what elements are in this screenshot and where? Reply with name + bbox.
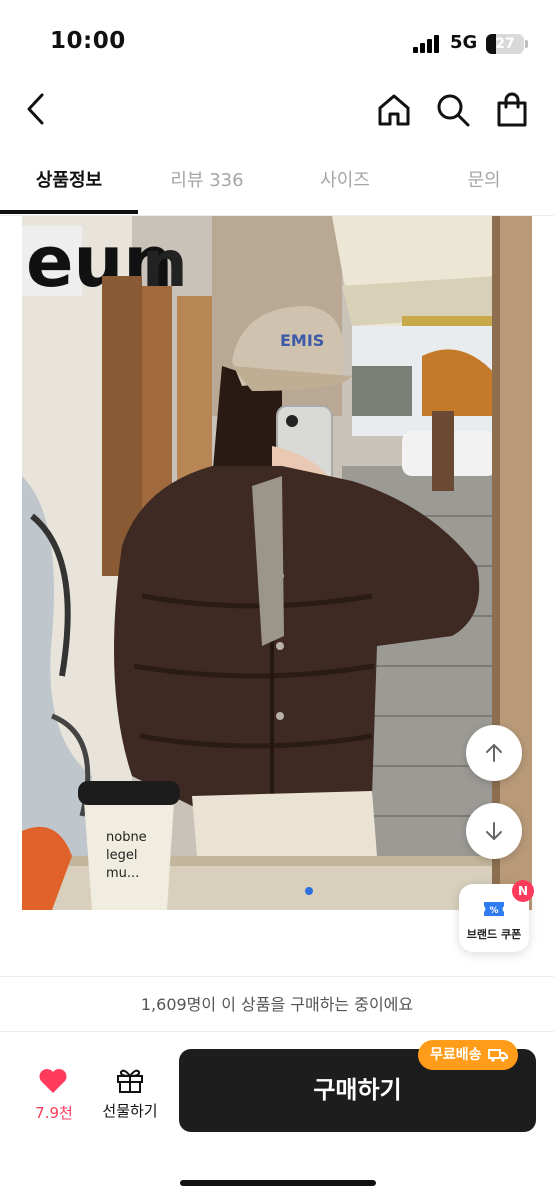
scroll-down-button[interactable] [466, 803, 522, 859]
cart-button[interactable] [490, 88, 534, 132]
tab-indicator [0, 210, 138, 214]
search-button[interactable] [431, 88, 475, 132]
like-button[interactable]: 7.9천 [24, 1064, 84, 1124]
nav-bar [0, 84, 554, 144]
new-badge: N [512, 880, 534, 902]
purchase-notice: 1,609명이 이 상품을 구매하는 중이에요 [0, 976, 554, 1032]
svg-text:mu...: mu... [106, 866, 139, 881]
product-image[interactable]: eun n EMIS nobne legel mu... [22, 216, 532, 910]
gift-label: 선물하기 [102, 1102, 158, 1120]
tab-size[interactable]: 사이즈 [276, 152, 414, 214]
coupon-icon: % [484, 902, 504, 916]
arrow-down-icon [486, 822, 502, 840]
gift-icon [117, 1069, 143, 1093]
product-tabs: 상품정보 리뷰 336 사이즈 문의 [0, 152, 554, 216]
shopping-bag-icon [497, 92, 527, 127]
gift-button[interactable]: 선물하기 [96, 1064, 164, 1124]
coupon-label: 브랜드 쿠폰 [466, 928, 522, 941]
battery-level: 27 [495, 36, 515, 52]
svg-text:%: % [489, 906, 498, 916]
home-indicator [180, 1180, 376, 1186]
home-button[interactable] [372, 88, 416, 132]
status-bar: 10:00 5G 27 [0, 0, 554, 84]
status-time: 10:00 [50, 28, 126, 54]
tab-reviews[interactable]: 리뷰 336 [138, 152, 276, 214]
tab-inquiry[interactable]: 문의 [414, 152, 554, 214]
search-icon [437, 94, 470, 127]
battery-icon: 27 [486, 34, 524, 54]
svg-text:legel: legel [106, 848, 137, 863]
signal-icon [413, 35, 443, 53]
network-type: 5G [450, 32, 478, 53]
like-count: 7.9천 [35, 1104, 73, 1122]
svg-text:nobne: nobne [106, 830, 147, 845]
chevron-left-icon [27, 93, 44, 125]
heart-icon [39, 1069, 67, 1093]
home-icon [378, 94, 410, 126]
scroll-up-button[interactable] [466, 725, 522, 781]
tab-product-info[interactable]: 상품정보 [0, 152, 138, 214]
cap-logo-text: EMIS [280, 331, 324, 350]
truck-icon [487, 1049, 508, 1062]
back-button[interactable] [14, 87, 58, 131]
battery-nub [525, 40, 528, 48]
free-shipping-badge: 무료배송 [418, 1040, 518, 1070]
arrow-up-icon [486, 744, 502, 762]
free-shipping-label: 무료배송 [430, 1047, 482, 1063]
